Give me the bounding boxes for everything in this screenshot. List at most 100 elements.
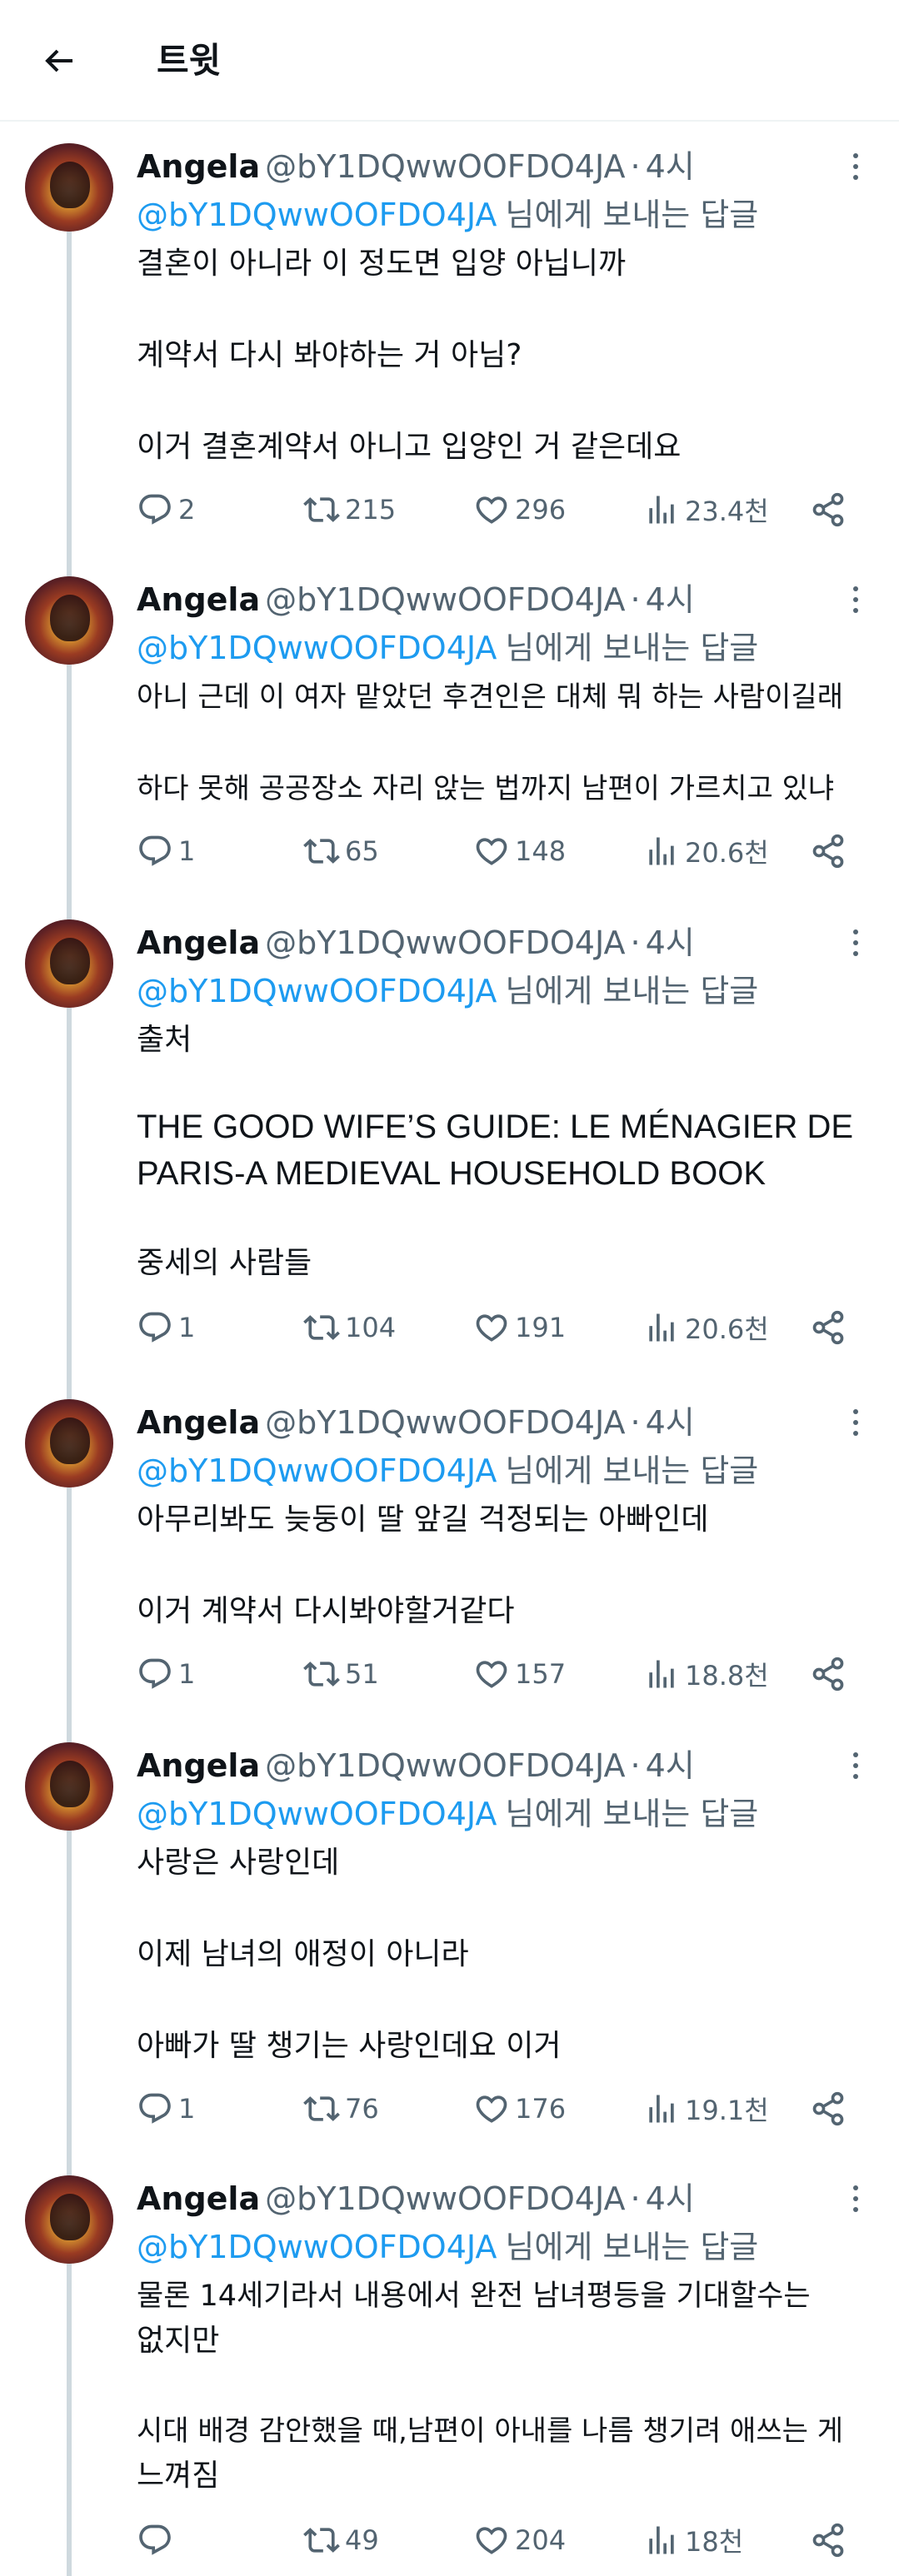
views-icon [649,2095,674,2123]
retweet-count: 49 [345,2524,379,2556]
reply-button[interactable]: 1 [137,828,195,874]
tweet-time[interactable]: 4시 [646,2180,695,2217]
retweet-button[interactable]: 49 [303,2517,379,2564]
tweet[interactable]: Angela @bY1DQwwOOFDO4JA · 4시 @bY1DQwwOOFDO4… [0,1399,899,1699]
retweet-button[interactable]: 215 [303,486,396,533]
tweet-time[interactable]: 4시 [646,1747,695,1784]
author-handle[interactable]: @bY1DQwwOOFDO4JA [265,1747,625,1784]
share-button[interactable] [810,828,847,874]
like-button[interactable]: 157 [473,1651,566,1697]
views-button[interactable]: 23.4천 [643,486,769,533]
reply-icon [139,1658,171,1689]
retweet-button[interactable]: 104 [303,1304,396,1351]
like-button[interactable]: 191 [473,1304,566,1351]
tweet-text-line: 출처 [137,1023,192,1057]
more-options-button[interactable] [843,150,868,183]
reply-to-handle[interactable]: @bY1DQwwOOFDO4JA [137,630,497,666]
author-name[interactable]: Angela [137,1404,260,1441]
tweet-time[interactable]: 4시 [646,924,695,961]
reply-button[interactable]: 1 [137,1651,195,1697]
tweet-time[interactable]: 4시 [646,148,695,185]
avatar[interactable] [25,1742,113,1831]
reply-button[interactable]: 2 [137,486,195,533]
retweet-icon [303,2096,340,2121]
separator-dot: · [630,924,641,961]
reply-context: @bY1DQwwOOFDO4JA 님에게 보내는 답글 [137,625,758,671]
author-handle[interactable]: @bY1DQwwOOFDO4JA [265,924,625,961]
reply-button[interactable]: 1 [137,1304,195,1351]
retweet-button[interactable]: 65 [303,828,379,874]
more-options-button[interactable] [843,2182,868,2215]
reply-context: @bY1DQwwOOFDO4JA 님에게 보내는 답글 [137,1791,758,1837]
tweet-actions: 1 65 148 20.6천 [137,828,870,874]
author-handle[interactable]: @bY1DQwwOOFDO4JA [265,1404,625,1441]
avatar[interactable] [25,143,113,232]
reply-to-label: 님에게 보내는 답글 [505,1452,759,1489]
more-options-button[interactable] [843,926,868,959]
tweet-text-line: 시대 배경 감안했을 때,남편이 아내를 나름 챙기려 애쓰는 게 [137,2414,843,2448]
tweet-actions: 1 104 191 20.6천 [137,1304,870,1351]
back-button[interactable] [30,32,88,90]
reply-button[interactable]: 1 [137,2085,195,2132]
like-button[interactable]: 148 [473,828,566,874]
views-button[interactable]: 19.1천 [643,2085,769,2132]
tweet[interactable]: Angela @bY1DQwwOOFDO4JA · 4시 @bY1DQwwOOFDO4… [0,143,899,535]
reply-count: 1 [178,2093,196,2125]
retweet-icon [303,497,340,522]
retweet-button[interactable]: 51 [303,1651,379,1697]
share-button[interactable] [810,486,847,533]
reply-to-label: 님에게 보내는 답글 [505,2229,759,2265]
more-options-button[interactable] [843,583,868,616]
like-button[interactable]: 204 [473,2517,566,2564]
tweet-text-line: 느껴짐 [137,2459,220,2493]
reply-to-handle[interactable]: @bY1DQwwOOFDO4JA [137,1796,497,1832]
share-button[interactable] [810,2085,847,2132]
tweet-text-line: 결혼이 아니라 이 정도면 입양 아닙니까 [137,247,627,281]
avatar[interactable] [25,576,113,665]
tweet[interactable]: Angela @bY1DQwwOOFDO4JA · 4시 @bY1DQwwOOFDO4… [0,919,899,1361]
reply-to-label: 님에게 보내는 답글 [505,973,759,1009]
like-button[interactable]: 176 [473,2085,566,2132]
share-icon [812,1310,844,1345]
reply-to-handle[interactable]: @bY1DQwwOOFDO4JA [137,2229,497,2265]
tweet[interactable]: Angela @bY1DQwwOOFDO4JA · 4시 @bY1DQwwOOFDO4… [0,1742,899,2134]
author-handle[interactable]: @bY1DQwwOOFDO4JA [265,2180,625,2217]
retweet-icon [303,1315,340,1340]
tweet-time[interactable]: 4시 [646,581,695,618]
avatar[interactable] [25,1399,113,1487]
reply-to-handle[interactable]: @bY1DQwwOOFDO4JA [137,197,497,233]
share-button[interactable] [810,2517,847,2564]
like-count: 191 [515,1312,567,1343]
reply-to-handle[interactable]: @bY1DQwwOOFDO4JA [137,1452,497,1489]
tweet[interactable]: Angela @bY1DQwwOOFDO4JA · 4시 @bY1DQwwOOFDO4… [0,576,899,876]
share-button[interactable] [810,1651,847,1697]
avatar[interactable] [25,2175,113,2264]
author-name[interactable]: Angela [137,2180,260,2217]
more-options-button[interactable] [843,1749,868,1782]
author-name[interactable]: Angela [137,1747,260,1784]
views-button[interactable]: 18.8천 [643,1651,769,1697]
author-handle[interactable]: @bY1DQwwOOFDO4JA [265,148,625,185]
reply-button[interactable] [137,2517,178,2564]
share-icon [812,492,844,527]
retweet-button[interactable]: 76 [303,2085,379,2132]
tweet-time[interactable]: 4시 [646,1404,695,1441]
like-button[interactable]: 296 [473,486,566,533]
share-button[interactable] [810,1304,847,1351]
tweet-text-line: THE GOOD WIFE’S GUIDE: LE MÉNAGIER DE [137,1109,854,1145]
author-name[interactable]: Angela [137,581,260,618]
separator-dot: · [630,1747,641,1784]
views-button[interactable]: 20.6천 [643,828,769,874]
views-count: 18.8천 [685,1660,769,1692]
reply-to-handle[interactable]: @bY1DQwwOOFDO4JA [137,973,497,1009]
author-name[interactable]: Angela [137,924,260,961]
author-name[interactable]: Angela [137,148,260,185]
reply-context: @bY1DQwwOOFDO4JA 님에게 보내는 답글 [137,2224,758,2270]
views-button[interactable]: 20.6천 [643,1304,769,1351]
author-handle[interactable]: @bY1DQwwOOFDO4JA [265,581,625,618]
tweet[interactable]: Angela @bY1DQwwOOFDO4JA · 4시 @bY1DQwwOOFDO4… [0,2175,899,2576]
avatar[interactable] [25,919,113,1008]
more-options-button[interactable] [843,1406,868,1439]
views-button[interactable]: 18천 [643,2517,743,2564]
views-icon [649,496,674,524]
